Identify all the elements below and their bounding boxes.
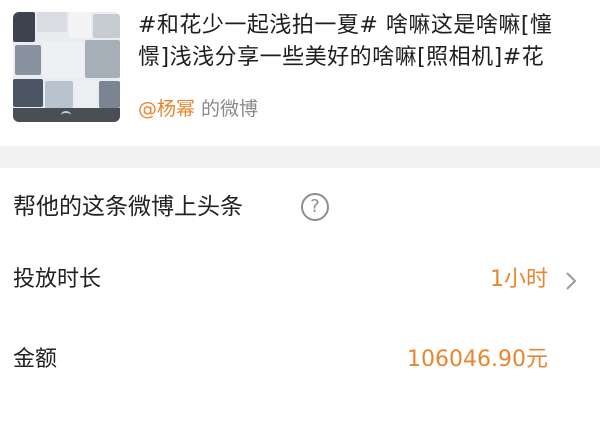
post-author-row: @杨幂 的微博 xyxy=(138,96,258,122)
amount-label: 金额 xyxy=(13,347,58,372)
thumbnail-bottom-bar xyxy=(13,108,120,122)
chevron-right-icon[interactable] xyxy=(564,271,578,291)
amount-row: 金额 106046.90元 xyxy=(0,334,600,386)
amount-value: 106046.90元 xyxy=(407,347,548,372)
thumbnail-photo-tile xyxy=(15,45,41,75)
duration-row[interactable]: 投放时长 1小时 xyxy=(0,254,600,306)
up-arrow-icon xyxy=(61,111,71,119)
thumbnail-photo-tile xyxy=(75,81,97,108)
thumbnail-photo-tile xyxy=(99,81,120,108)
post-text-line: #和花少一起浅拍一夏# 啥嘛这是啥嘛[憧 xyxy=(138,13,553,38)
duration-label: 投放时长 xyxy=(13,267,102,292)
thumbnail-photo-tile xyxy=(13,79,43,107)
thumbnail-photo-tile xyxy=(13,12,35,42)
section-divider xyxy=(0,146,600,168)
thumbnail-photo-tile xyxy=(93,14,120,38)
duration-value[interactable]: 1小时 xyxy=(490,260,548,300)
thumbnail-photo-tile xyxy=(85,40,120,78)
thumbnail-photo-tile xyxy=(43,42,83,78)
post-text-line: 憬]浅浅分享一些美好的啥嘛[照相机]#花 xyxy=(138,45,545,70)
question-circle-icon[interactable]: ? xyxy=(301,193,329,221)
promote-title: 帮他的这条微博上头条 xyxy=(13,194,243,220)
thumbnail-photo-tile xyxy=(37,12,67,32)
author-link[interactable]: @杨幂 xyxy=(138,98,195,120)
promote-post-page: #和花少一起浅拍一夏# 啥嘛这是啥嘛[憧 憬]浅浅分享一些美好的啥嘛[照相机]#… xyxy=(0,0,600,421)
post-preview-card[interactable]: #和花少一起浅拍一夏# 啥嘛这是啥嘛[憧 憬]浅浅分享一些美好的啥嘛[照相机]#… xyxy=(0,0,600,146)
post-thumbnail[interactable] xyxy=(13,12,120,122)
post-text: #和花少一起浅拍一夏# 啥嘛这是啥嘛[憧 憬]浅浅分享一些美好的啥嘛[照相机]#… xyxy=(138,10,588,74)
thumbnail-photo-tile xyxy=(69,12,91,38)
author-suffix: 的微博 xyxy=(201,98,259,120)
thumbnail-photo-tile xyxy=(45,81,73,108)
